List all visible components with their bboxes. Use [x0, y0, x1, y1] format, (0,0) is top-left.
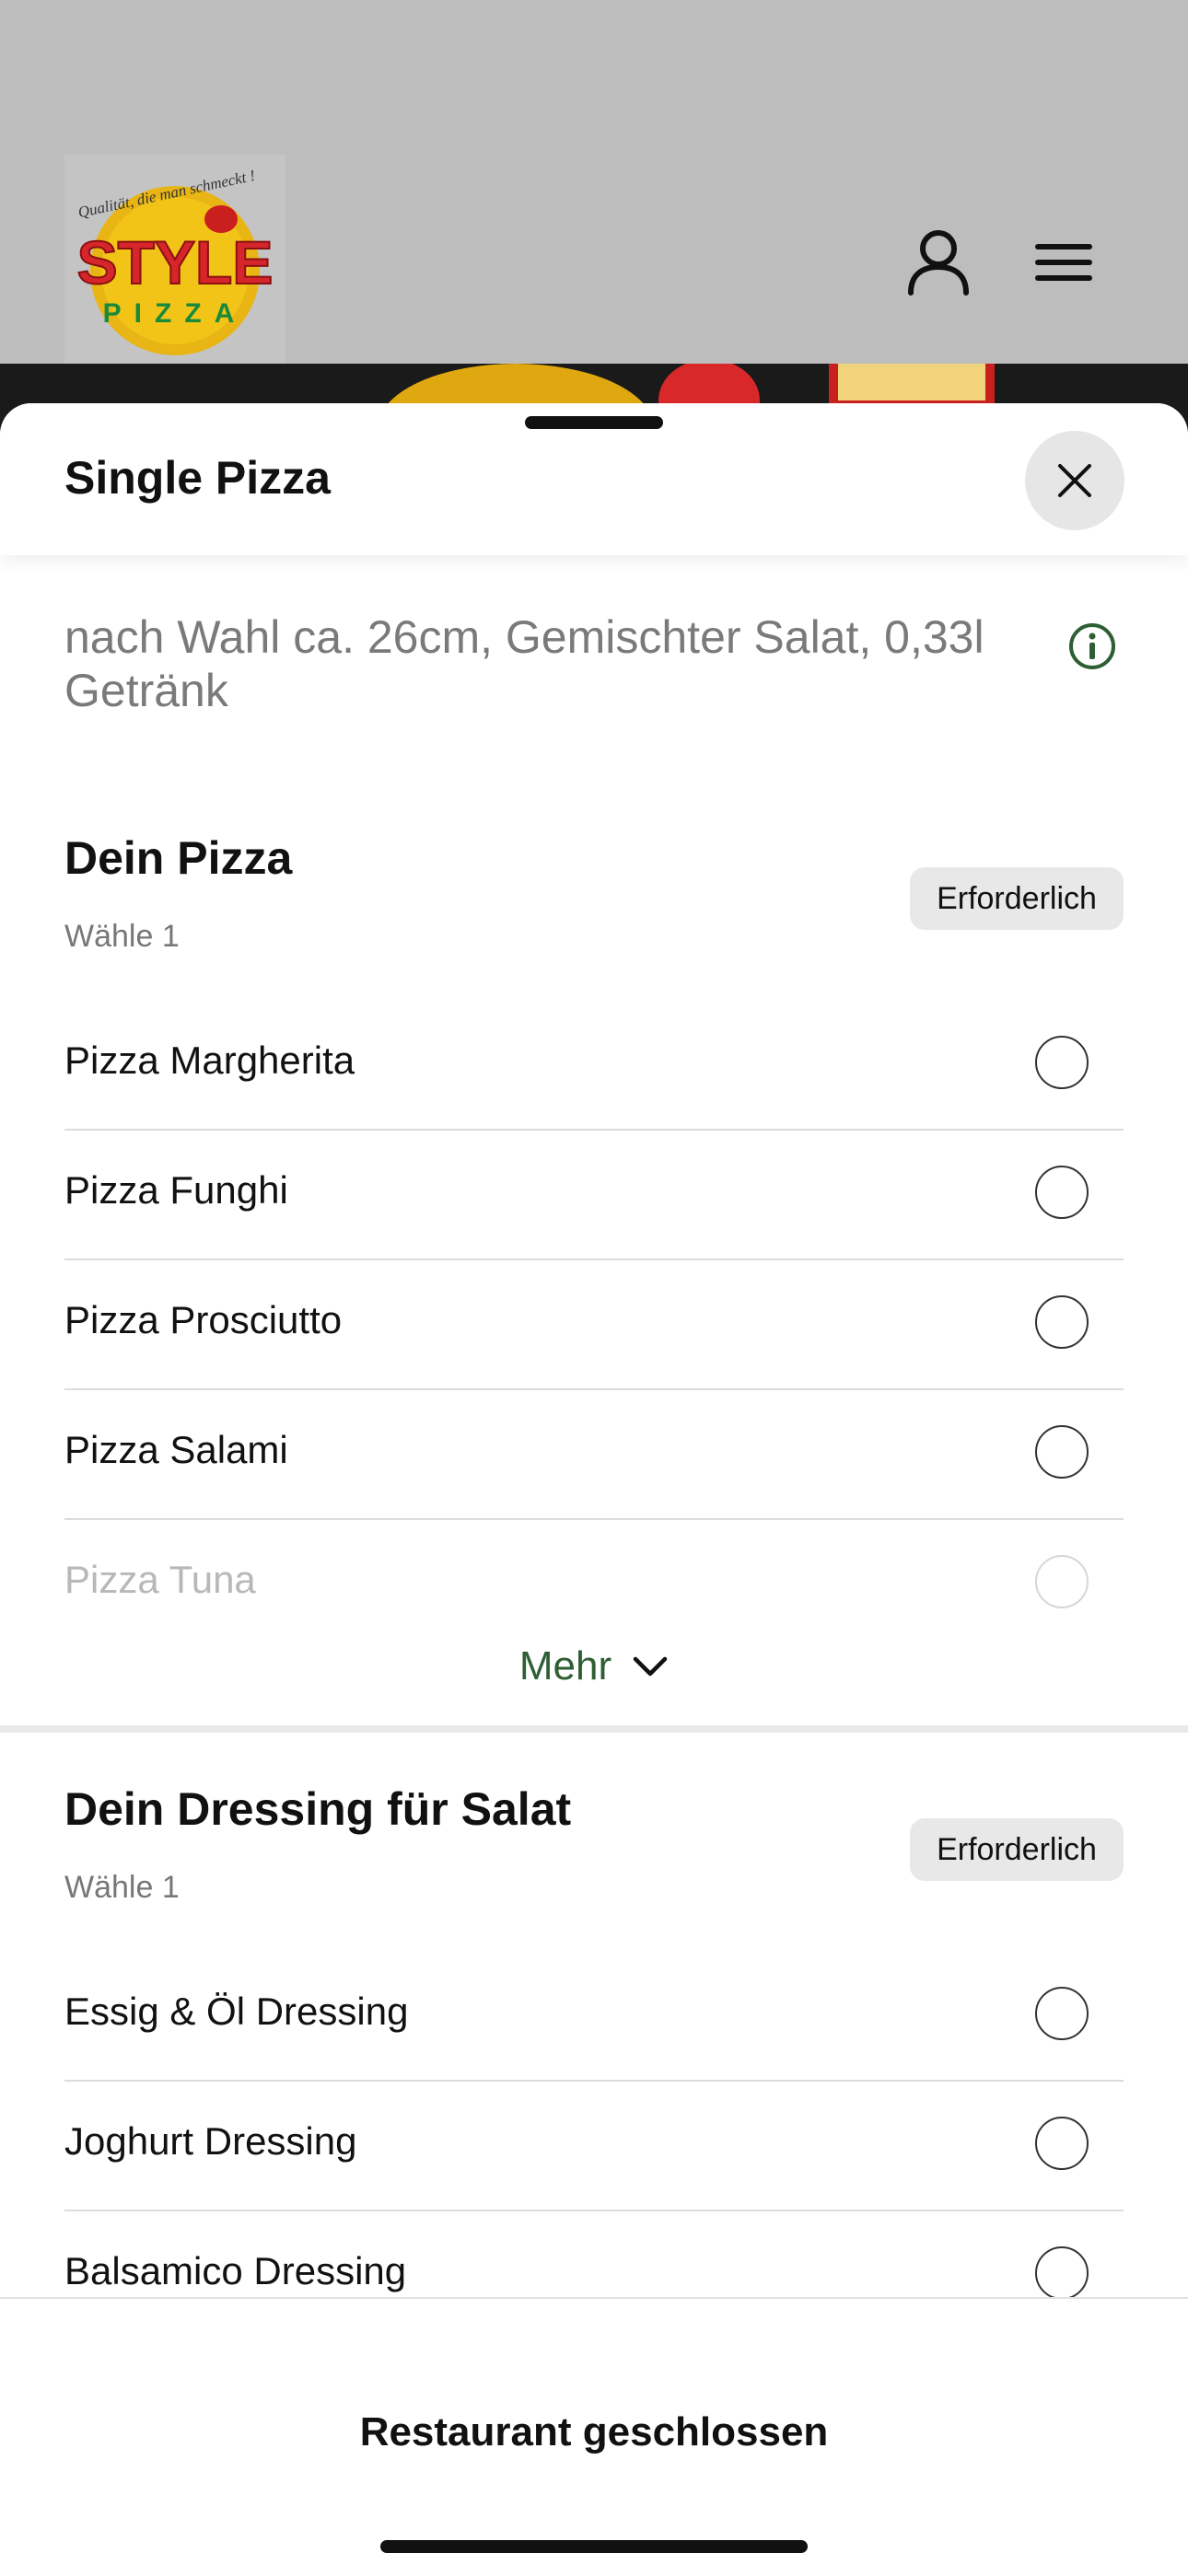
close-icon: [1058, 464, 1091, 497]
sheet-header: Single Pizza: [0, 403, 1188, 555]
restaurant-logo[interactable]: STYLE PIZZA Qualität, die man schmeckt !: [64, 155, 285, 372]
option-label: Pizza Tuna: [64, 1558, 256, 1601]
option-label: Balsamico Dressing: [64, 2249, 407, 2292]
menu-icon: [1035, 244, 1092, 281]
option-label: Pizza Funghi: [64, 1168, 288, 1212]
chevron-down-icon: [633, 1656, 668, 1677]
user-account-button[interactable]: [897, 221, 980, 304]
option-pizza-margherita[interactable]: Pizza Margherita: [64, 1000, 1124, 1131]
required-badge-pizza: Erforderlich: [910, 867, 1124, 930]
required-badge-dressing: Erforderlich: [910, 1818, 1124, 1881]
option-pizza-funghi[interactable]: Pizza Funghi: [64, 1130, 1124, 1260]
radio-button[interactable]: [1035, 2117, 1089, 2170]
option-label: Pizza Margherita: [64, 1039, 355, 1082]
section-subtitle-pizza: Wähle 1: [64, 919, 180, 954]
svg-text:PIZZA: PIZZA: [103, 298, 248, 329]
show-more-button[interactable]: Mehr: [0, 1639, 1188, 1694]
restaurant-closed-status: Restaurant geschlossen: [359, 2409, 829, 2454]
info-icon[interactable]: [1068, 622, 1116, 670]
option-label: Essig & Öl Dressing: [64, 1990, 409, 2033]
radio-button[interactable]: [1035, 1295, 1089, 1349]
section-title-dressing: Dein Dressing für Salat: [64, 1783, 572, 1835]
option-label: Pizza Salami: [64, 1428, 288, 1471]
option-essig-oel-dressing[interactable]: Essig & Öl Dressing: [64, 1951, 1124, 2082]
option-joghurt-dressing[interactable]: Joghurt Dressing: [64, 2081, 1124, 2211]
product-description: nach Wahl ca. 26cm, Gemischter Salat, 0,…: [64, 611, 984, 716]
section-divider: [0, 1725, 1188, 1733]
show-more-label: Mehr: [518, 1643, 612, 1688]
radio-button[interactable]: [1035, 1166, 1089, 1219]
option-pizza-salami[interactable]: Pizza Salami: [64, 1389, 1124, 1520]
close-button[interactable]: [1025, 431, 1124, 530]
svg-text:STYLE: STYLE: [77, 228, 274, 296]
home-indicator[interactable]: [380, 2540, 808, 2553]
main-menu-button[interactable]: [1022, 221, 1105, 304]
sheet-title: Single Pizza: [64, 452, 331, 504]
user-icon: [908, 230, 969, 296]
radio-button[interactable]: [1035, 1987, 1089, 2040]
section-subtitle-dressing: Wähle 1: [64, 1870, 180, 1905]
option-label: Joghurt Dressing: [64, 2119, 357, 2163]
radio-button[interactable]: [1035, 1425, 1089, 1479]
product-options-sheet: Single Pizza nach Wahl ca. 26cm, Gemisch…: [0, 403, 1188, 2574]
section-title-pizza: Dein Pizza: [64, 832, 293, 884]
option-label: Pizza Prosciutto: [64, 1298, 343, 1341]
sheet-grabber[interactable]: [525, 416, 663, 429]
style-pizza-logo-icon: STYLE PIZZA Qualität, die man schmeckt !: [76, 167, 274, 355]
sheet-footer: Restaurant geschlossen: [0, 2297, 1188, 2576]
radio-button[interactable]: [1035, 2246, 1089, 2300]
option-pizza-tuna[interactable]: Pizza Tuna: [64, 1519, 1124, 1648]
radio-button[interactable]: [1035, 1555, 1089, 1608]
option-pizza-prosciutto[interactable]: Pizza Prosciutto: [64, 1259, 1124, 1390]
radio-button[interactable]: [1035, 1036, 1089, 1089]
